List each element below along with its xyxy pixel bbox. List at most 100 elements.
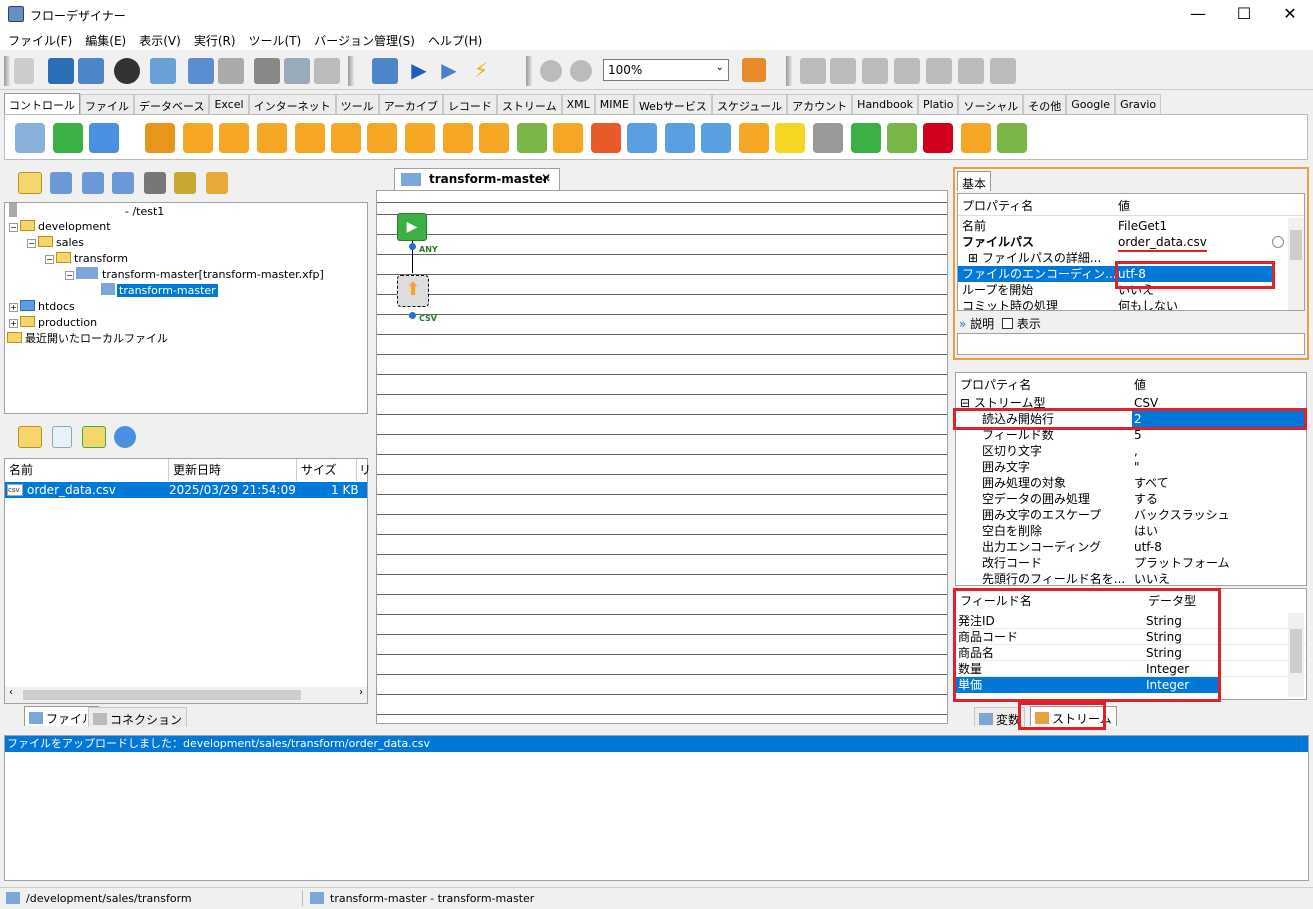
redo-icon[interactable] [218, 58, 244, 84]
tab-xml[interactable]: XML [561, 94, 595, 114]
property-row[interactable]: 囲み文字 " [956, 459, 1306, 475]
chevron-right-icon[interactable]: › [359, 687, 363, 698]
vertical-scrollbar[interactable] [1288, 613, 1304, 697]
component-icon[interactable] [813, 123, 843, 153]
component-icon[interactable] [517, 123, 547, 153]
paste-icon[interactable] [314, 58, 340, 84]
file-row[interactable]: csv order_data.csv 2025/03/29 21:54:09 1… [5, 482, 367, 498]
undo-icon[interactable] [188, 58, 214, 84]
menu-edit[interactable]: 編集(E) [77, 30, 131, 49]
tree-root[interactable]: - /test1 [9, 203, 164, 219]
run-icon[interactable]: ▶ [406, 58, 432, 84]
server-icon[interactable] [14, 58, 34, 84]
stack-icon[interactable] [206, 172, 228, 194]
show-checkbox[interactable] [1002, 318, 1014, 329]
binoculars-icon[interactable] [114, 58, 140, 84]
tab-database[interactable]: データベース [134, 94, 210, 114]
tab-tool[interactable]: ツール [335, 94, 379, 114]
tree-item-transform[interactable]: − transform [45, 251, 128, 267]
chevron-down-icon[interactable]: » [959, 317, 966, 331]
align3-icon[interactable] [862, 58, 888, 84]
tab-basic[interactable]: 基本 [957, 171, 992, 191]
menu-help[interactable]: ヘルプ(H) [420, 30, 487, 49]
end-component-icon[interactable] [89, 123, 119, 153]
component-icon[interactable] [145, 123, 175, 153]
property-row[interactable]: 改行コード プラットフォーム [956, 555, 1306, 571]
vertical-scrollbar[interactable] [1288, 218, 1304, 310]
tab-google[interactable]: Google [1066, 94, 1116, 114]
tree-item-production[interactable]: + production [9, 315, 97, 331]
open-folder-icon[interactable] [18, 426, 42, 448]
tree-item-htdocs[interactable]: + htdocs [9, 299, 75, 315]
back-icon[interactable] [540, 60, 562, 82]
tree-item-xfp[interactable]: − transform-master[transform-master.xfp] [65, 267, 324, 283]
description-field[interactable] [957, 333, 1305, 355]
new-file-icon[interactable] [52, 426, 72, 448]
compile-icon[interactable] [372, 58, 398, 84]
file-get-component[interactable]: ⬆ [397, 275, 429, 307]
tab-excel[interactable]: Excel [209, 94, 249, 114]
horizontal-scrollbar[interactable]: ‹ › [5, 687, 367, 703]
chevron-left-icon[interactable]: ‹ [9, 687, 13, 698]
repo2-icon[interactable] [82, 172, 104, 194]
tab-record[interactable]: レコード [442, 94, 497, 114]
component-icon[interactable] [479, 123, 509, 153]
align4-icon[interactable] [894, 58, 920, 84]
component-icon[interactable] [627, 123, 657, 153]
cx-icon[interactable] [174, 172, 196, 194]
column-header-date[interactable]: 更新日時 [169, 459, 297, 481]
tree-item-recent[interactable]: 最近開いたローカルファイル [7, 331, 168, 347]
tree-item-flow[interactable]: transform-master [101, 283, 218, 299]
save-icon[interactable] [48, 58, 74, 84]
property-row[interactable]: 出力エンコーディング utf-8 [956, 539, 1306, 555]
menu-tools[interactable]: ツール(T) [241, 30, 307, 49]
sleep-icon[interactable] [775, 123, 805, 153]
property-row[interactable]: 囲み処理の対象 すべて [956, 475, 1306, 491]
property-row[interactable]: 空データの囲み処理 する [956, 491, 1306, 507]
column-header-size[interactable]: サイズ [297, 459, 357, 481]
component-icon[interactable] [665, 123, 695, 153]
forward-icon[interactable] [570, 60, 592, 82]
minimize-button[interactable]: — [1175, 0, 1221, 30]
component-icon[interactable] [331, 123, 361, 153]
component-icon[interactable] [295, 123, 325, 153]
component-icon[interactable] [15, 123, 45, 153]
tab-account[interactable]: アカウント [787, 94, 853, 114]
component-icon[interactable] [553, 123, 583, 153]
close-button[interactable]: ✕ [1267, 0, 1313, 30]
component-icon[interactable] [183, 123, 213, 153]
tab-social[interactable]: ソーシャル [958, 94, 1024, 114]
start-component-icon[interactable] [53, 123, 83, 153]
refresh-icon[interactable] [114, 426, 136, 448]
log-message[interactable]: ファイルをアップロードしました：development/sales/transf… [5, 736, 1308, 752]
component-icon[interactable] [701, 123, 731, 153]
property-row[interactable]: 空白を削除 はい [956, 523, 1306, 539]
menu-file[interactable]: ファイル(F) [0, 30, 77, 49]
component-icon[interactable] [257, 123, 287, 153]
scroll-thumb[interactable] [23, 690, 301, 700]
tab-webservice[interactable]: Webサービス [633, 94, 712, 114]
start-component[interactable]: ▶ [397, 213, 427, 241]
property-row[interactable]: コミット時の処理 何もしない [958, 298, 1304, 310]
component-icon[interactable] [961, 123, 991, 153]
upload-folder-icon[interactable] [82, 426, 106, 448]
tab-file[interactable]: ファイル [80, 94, 134, 114]
align7-icon[interactable] [990, 58, 1016, 84]
tab-internet[interactable]: インターネット [248, 94, 336, 114]
scroll-thumb[interactable] [1290, 230, 1302, 260]
component-icon[interactable] [887, 123, 917, 153]
align-icon[interactable] [800, 58, 826, 84]
fit-icon[interactable] [742, 58, 766, 82]
tab-connection[interactable]: コネクション [88, 707, 188, 727]
repo-icon[interactable] [50, 172, 72, 194]
edit-icon[interactable] [1272, 236, 1284, 248]
component-icon[interactable] [367, 123, 397, 153]
component-icon[interactable] [997, 123, 1027, 153]
component-icon[interactable] [923, 123, 953, 153]
copy-icon[interactable] [284, 58, 310, 84]
close-tab-icon[interactable]: ✕ [541, 171, 551, 185]
tab-control[interactable]: コントロール [4, 93, 80, 114]
repo3-icon[interactable] [112, 172, 134, 194]
debug-run-icon[interactable]: ▶ [436, 58, 462, 84]
align5-icon[interactable] [926, 58, 952, 84]
